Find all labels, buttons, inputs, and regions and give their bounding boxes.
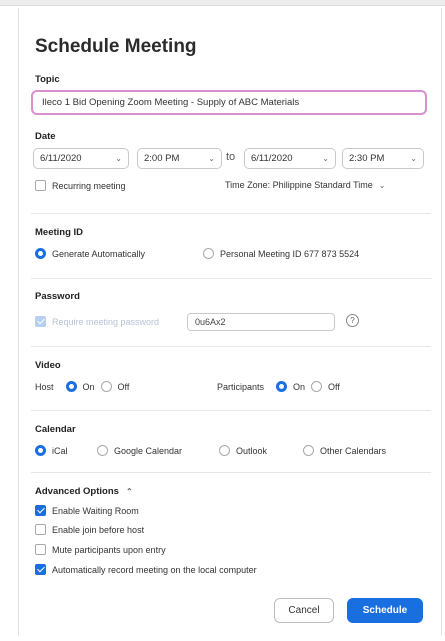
divider <box>31 278 431 279</box>
require-password-label: Require meeting password <box>52 316 160 327</box>
calendar-ical-radio[interactable] <box>35 445 46 456</box>
start-time-value: 2:00 PM <box>144 153 180 164</box>
chevron-down-icon: ⌄ <box>208 154 215 163</box>
meeting-id-auto-radio[interactable] <box>35 248 46 259</box>
password-label: Password <box>35 291 80 302</box>
video-participants-group: Participants On Off <box>217 381 340 392</box>
require-password-checkbox[interactable] <box>35 316 46 327</box>
divider <box>31 346 431 347</box>
end-date-select[interactable]: 6/11/2020 ⌄ <box>244 148 336 169</box>
calendar-other-label: Other Calendars <box>320 445 387 456</box>
divider <box>31 213 431 214</box>
meeting-id-auto-option[interactable]: Generate Automatically <box>35 248 145 259</box>
calendar-outlook-label: Outlook <box>236 445 268 456</box>
require-password-option[interactable]: Require meeting password <box>35 316 159 327</box>
video-host-label: Host <box>35 381 54 392</box>
cancel-button[interactable]: Cancel <box>274 598 334 623</box>
advanced-option-item[interactable]: Automatically record meeting on the loca… <box>35 564 257 575</box>
password-input[interactable]: 0u6Ax2 <box>187 313 335 331</box>
calendar-label: Calendar <box>35 424 76 435</box>
host-video-on-radio[interactable] <box>65 381 77 392</box>
date-range-separator: to <box>226 151 236 163</box>
end-time-value: 2:30 PM <box>349 153 385 164</box>
dialog-title: Schedule Meeting <box>35 36 197 57</box>
host-video-on-label: On <box>82 381 95 392</box>
start-time-select[interactable]: 2:00 PM ⌄ <box>137 148 222 169</box>
calendar-google-radio[interactable] <box>97 445 108 456</box>
date-label: Date <box>35 131 56 142</box>
start-date-value: 6/11/2020 <box>40 153 82 164</box>
advanced-option-item[interactable]: Enable Waiting Room <box>35 505 139 516</box>
host-video-off-label: Off <box>117 381 130 392</box>
end-time-select[interactable]: 2:30 PM ⌄ <box>342 148 424 169</box>
meeting-id-auto-label: Generate Automatically <box>52 248 146 259</box>
recurring-meeting-option[interactable]: Recurring meeting <box>35 180 126 191</box>
participants-video-on-label: On <box>293 381 306 392</box>
calendar-ical-option[interactable]: iCal <box>35 445 68 456</box>
participants-video-on-radio[interactable] <box>276 381 288 392</box>
video-label: Video <box>35 360 61 371</box>
meeting-id-personal-label: Personal Meeting ID 677 873 5524 <box>220 248 360 259</box>
participants-video-off-radio[interactable] <box>311 381 323 392</box>
video-host-group: Host On Off <box>35 381 129 392</box>
calendar-outlook-option[interactable]: Outlook <box>219 445 267 456</box>
recurring-meeting-label: Recurring meeting <box>52 180 126 191</box>
question-mark-icon[interactable]: ? <box>346 314 359 327</box>
chevron-down-icon: ⌄ <box>115 154 122 163</box>
advanced-option-item[interactable]: Enable join before host <box>35 524 144 535</box>
chevron-down-icon: ⌄ <box>410 154 417 163</box>
schedule-button[interactable]: Schedule <box>347 598 423 623</box>
calendar-other-radio[interactable] <box>303 445 314 456</box>
timezone-select[interactable]: Time Zone: Philippine Standard Time ⌄ <box>225 180 385 190</box>
window-top-edge <box>0 0 445 6</box>
topic-label: Topic <box>35 74 60 85</box>
calendar-outlook-radio[interactable] <box>219 445 230 456</box>
mute-on-entry-checkbox[interactable] <box>35 544 46 555</box>
chevron-up-icon: ⌃ <box>125 487 133 496</box>
video-participants-label: Participants <box>217 381 265 392</box>
mute-on-entry-label: Mute participants upon entry <box>52 544 166 555</box>
participants-video-off-label: Off <box>328 381 340 392</box>
meeting-id-personal-option[interactable]: Personal Meeting ID 677 873 5524 <box>203 248 359 259</box>
start-date-select[interactable]: 6/11/2020 ⌄ <box>33 148 129 169</box>
meeting-id-label: Meeting ID <box>35 227 84 238</box>
join-before-host-label: Enable join before host <box>52 524 145 535</box>
advanced-options-label: Advanced Options <box>35 486 119 497</box>
join-before-host-checkbox[interactable] <box>35 524 46 535</box>
calendar-other-option[interactable]: Other Calendars <box>303 445 386 456</box>
waiting-room-label: Enable Waiting Room <box>52 505 139 516</box>
auto-record-label: Automatically record meeting on the loca… <box>52 564 257 575</box>
chevron-down-icon: ⌄ <box>322 154 329 163</box>
calendar-ical-label: iCal <box>52 445 68 456</box>
calendar-google-label: Google Calendar <box>114 445 183 456</box>
chevron-down-icon: ⌄ <box>378 180 386 190</box>
advanced-options-toggle[interactable]: Advanced Options ⌃ <box>35 486 133 497</box>
end-date-value: 6/11/2020 <box>251 153 293 164</box>
waiting-room-checkbox[interactable] <box>35 505 46 516</box>
timezone-value: Time Zone: Philippine Standard Time <box>225 180 373 190</box>
topic-input[interactable]: Ileco 1 Bid Opening Zoom Meeting - Suppl… <box>31 90 427 115</box>
recurring-meeting-checkbox[interactable] <box>35 180 46 191</box>
divider <box>31 472 431 473</box>
advanced-option-item[interactable]: Mute participants upon entry <box>35 544 166 555</box>
schedule-meeting-dialog: Schedule Meeting Topic Ileco 1 Bid Openi… <box>18 8 442 636</box>
host-video-off-radio[interactable] <box>100 381 112 392</box>
calendar-google-option[interactable]: Google Calendar <box>97 445 182 456</box>
divider <box>31 410 431 411</box>
meeting-id-personal-radio[interactable] <box>203 248 214 259</box>
auto-record-checkbox[interactable] <box>35 564 46 575</box>
